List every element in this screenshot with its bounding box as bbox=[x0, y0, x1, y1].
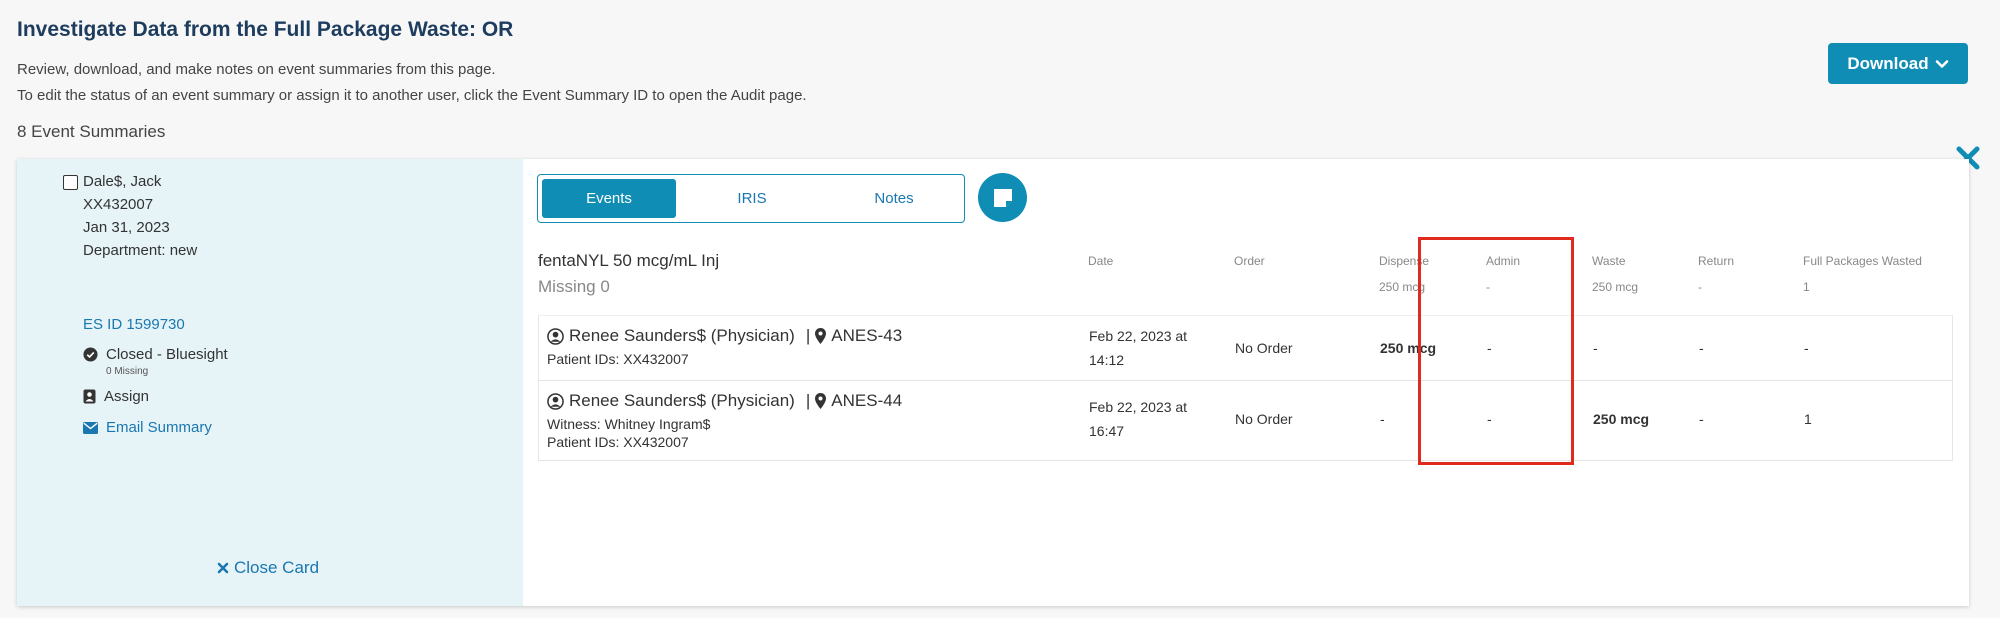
row-date-line2: 16:47 bbox=[1089, 423, 1125, 439]
row-witness: Witness: Whitney Ingram$ bbox=[547, 416, 711, 432]
row-admin: - bbox=[1487, 340, 1492, 356]
status-text: Closed - Bluesight bbox=[106, 346, 228, 363]
total-return: - bbox=[1698, 280, 1702, 294]
col-header-date: Date bbox=[1088, 254, 1114, 268]
row-person: Renee Saunders$ (Physician) | ANES-44 bbox=[547, 391, 902, 411]
row-order: No Order bbox=[1235, 340, 1293, 356]
add-note-button[interactable] bbox=[978, 173, 1027, 222]
row-full-packages: 1 bbox=[1804, 411, 1812, 427]
tab-iris[interactable]: IRIS bbox=[685, 179, 819, 218]
row-date-line1: Feb 22, 2023 at bbox=[1089, 328, 1188, 344]
patient-name: Dale$, Jack bbox=[83, 173, 162, 190]
row-return: - bbox=[1699, 340, 1704, 356]
col-header-order: Order bbox=[1234, 254, 1265, 268]
total-dispense: 250 mcg bbox=[1379, 280, 1426, 294]
row-patient-ids: Patient IDs: XX432007 bbox=[547, 351, 689, 367]
patient-id: XX432007 bbox=[83, 196, 154, 213]
table-row: Renee Saunders$ (Physician) | ANES-44 Wi… bbox=[538, 381, 1953, 461]
event-summary-count: 8 Event Summaries bbox=[17, 122, 166, 141]
missing-count: 0 Missing bbox=[106, 366, 149, 377]
assign-label: Assign bbox=[104, 388, 150, 405]
col-header-return: Return bbox=[1698, 254, 1735, 268]
assign-user-icon bbox=[83, 389, 96, 404]
row-full-packages: - bbox=[1804, 340, 1809, 356]
drug-name: fentaNYL 50 mcg/mL Inj bbox=[538, 251, 720, 270]
total-full-packages: 1 bbox=[1803, 280, 1810, 294]
assign-button[interactable]: Assign bbox=[83, 388, 149, 405]
row-person: Renee Saunders$ (Physician) | ANES-43 bbox=[547, 326, 902, 346]
map-pin-icon bbox=[815, 393, 827, 409]
user-circle-icon bbox=[547, 327, 564, 345]
tab-group: Events IRIS Notes bbox=[537, 174, 965, 223]
col-header-dispense: Dispense bbox=[1379, 254, 1430, 268]
chevron-down-icon bbox=[1935, 59, 1948, 68]
user-circle-icon bbox=[547, 392, 564, 410]
row-waste: - bbox=[1593, 340, 1598, 356]
map-pin-icon bbox=[815, 328, 827, 344]
page-description-2: To edit the status of an event summary o… bbox=[17, 87, 807, 104]
email-summary-label: Email Summary bbox=[106, 419, 212, 436]
table-row: Renee Saunders$ (Physician) | ANES-43 Pa… bbox=[538, 315, 1953, 381]
page-description-1: Review, download, and make notes on even… bbox=[17, 61, 496, 78]
row-date-line2: 14:12 bbox=[1089, 352, 1125, 368]
row-date-line1: Feb 22, 2023 at bbox=[1089, 399, 1188, 415]
total-waste: 250 mcg bbox=[1592, 280, 1639, 294]
close-card-button[interactable]: Close Card bbox=[217, 558, 319, 578]
checkbox-icon[interactable] bbox=[63, 175, 78, 190]
row-date: Feb 22, 2023 at 16:47 bbox=[1089, 395, 1187, 443]
check-circle-icon bbox=[83, 347, 98, 362]
row-person-name: Renee Saunders$ (Physician) bbox=[569, 391, 795, 410]
es-id-link[interactable]: ES ID 1599730 bbox=[83, 316, 185, 333]
row-person-name: Renee Saunders$ (Physician) bbox=[569, 326, 795, 345]
row-return: - bbox=[1699, 411, 1704, 427]
row-patient-ids: Patient IDs: XX432007 bbox=[547, 434, 689, 450]
download-button[interactable]: Download bbox=[1828, 43, 1968, 84]
row-order: No Order bbox=[1235, 411, 1293, 427]
patient-date: Jan 31, 2023 bbox=[83, 219, 170, 236]
close-card-label: Close Card bbox=[234, 558, 320, 577]
row-separator: | bbox=[805, 391, 811, 410]
status-row: Closed - Bluesight bbox=[83, 346, 228, 363]
col-header-full-packages: Full Packages Wasted bbox=[1803, 254, 1922, 268]
row-separator: | bbox=[805, 326, 811, 345]
row-dispense: - bbox=[1380, 411, 1385, 427]
col-header-waste: Waste bbox=[1592, 254, 1626, 268]
close-icon bbox=[217, 562, 229, 574]
row-date: Feb 22, 2023 at 14:12 bbox=[1089, 324, 1187, 372]
event-summary-card: Dale$, Jack XX432007 Jan 31, 2023 Depart… bbox=[17, 159, 1969, 606]
envelope-icon bbox=[83, 421, 98, 434]
col-header-admin: Admin bbox=[1486, 254, 1521, 268]
page-title: Investigate Data from the Full Package W… bbox=[17, 18, 514, 41]
row-admin: - bbox=[1487, 411, 1492, 427]
row-dispense: 250 mcg bbox=[1380, 340, 1437, 356]
email-summary-link[interactable]: Email Summary bbox=[83, 419, 212, 436]
note-icon bbox=[993, 188, 1012, 207]
patient-department: Department: new bbox=[83, 242, 198, 259]
tab-events[interactable]: Events bbox=[542, 179, 676, 218]
download-label: Download bbox=[1847, 53, 1929, 73]
card-left-panel: Dale$, Jack XX432007 Jan 31, 2023 Depart… bbox=[17, 159, 523, 606]
total-admin: - bbox=[1486, 280, 1490, 294]
row-location: ANES-44 bbox=[831, 391, 903, 410]
tab-notes[interactable]: Notes bbox=[827, 179, 961, 218]
drug-missing: Missing 0 bbox=[538, 277, 610, 296]
row-location: ANES-43 bbox=[831, 326, 903, 345]
row-waste: 250 mcg bbox=[1593, 411, 1650, 427]
